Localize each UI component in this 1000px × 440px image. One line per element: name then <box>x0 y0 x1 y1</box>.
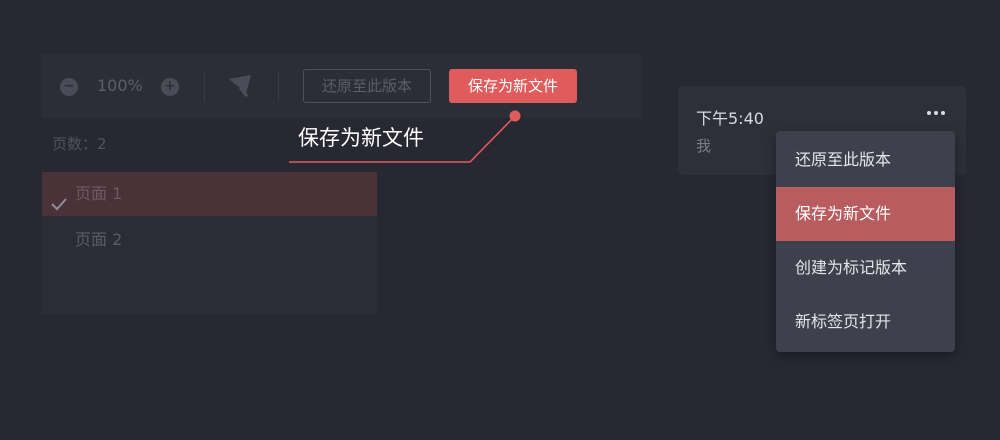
version-time: 下午5:40 <box>696 109 764 128</box>
more-dots-icon[interactable] <box>924 102 948 122</box>
menu-item-save-as-new-file[interactable]: 保存为新文件 <box>776 187 955 241</box>
callout-label: 保存为新文件 <box>298 126 424 150</box>
menu-item-open-new-tab[interactable]: 新标签页打开 <box>776 295 955 349</box>
menu-item-create-marked-version[interactable]: 创建为标记版本 <box>776 241 955 295</box>
version-author: 我 <box>696 137 712 155</box>
version-context-menu: 还原至此版本 保存为新文件 创建为标记版本 新标签页打开 <box>776 131 955 352</box>
menu-item-restore-version[interactable]: 还原至此版本 <box>776 133 955 187</box>
